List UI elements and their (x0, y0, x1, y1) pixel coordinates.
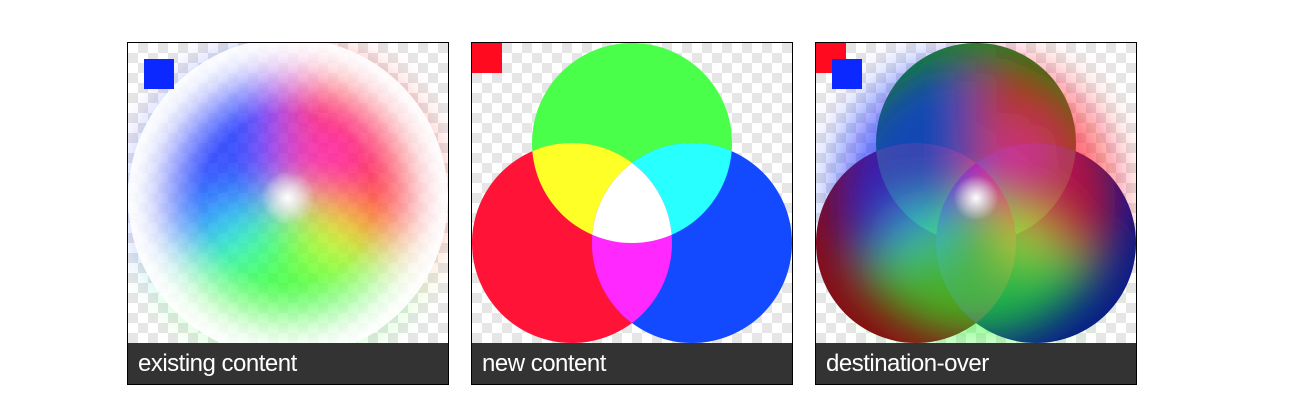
destination-over-image (816, 43, 1136, 343)
compositing-demo: existing content new content destination… (0, 0, 1302, 406)
rgb-circles-image (472, 43, 792, 343)
red-marker-square (472, 43, 502, 73)
panel-caption: destination-over (816, 343, 1136, 384)
color-wheel-image (128, 43, 448, 343)
blue-marker-square (832, 59, 862, 89)
existing-content-panel: existing content (127, 42, 449, 385)
destination-over-panel: destination-over (815, 42, 1137, 385)
panel-caption: new content (472, 343, 792, 384)
panel-caption: existing content (128, 343, 448, 384)
blue-marker-square (144, 59, 174, 89)
new-content-panel: new content (471, 42, 793, 385)
